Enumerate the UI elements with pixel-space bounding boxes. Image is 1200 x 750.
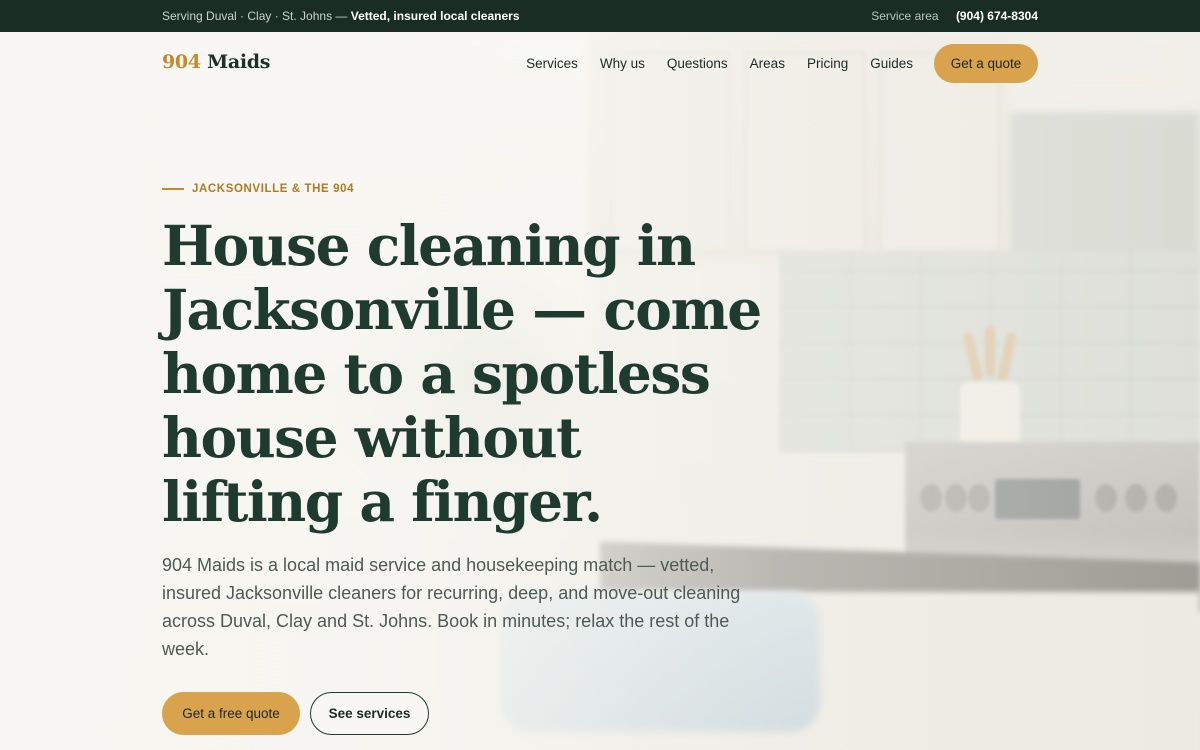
logo-word: Maids [207,51,271,73]
main-nav: Services Why us Questions Areas Pricing … [526,43,1038,83]
vetted-cleaners-text: Vetted, insured local cleaners [350,9,520,23]
get-free-quote-button[interactable]: Get a free quote [162,692,300,735]
nav-questions[interactable]: Questions [667,56,728,71]
hero-eyebrow: JACKSONVILLE & THE 904 [162,183,354,195]
site-logo[interactable]: 904 Maids [162,51,270,73]
nav-guides[interactable]: Guides [870,56,913,71]
eyebrow-text: JACKSONVILLE & THE 904 [192,183,355,195]
hero-description: 904 Maids is a local maid service and ho… [162,555,741,659]
contact-info: Service area (904) 674-8304 [871,9,1038,23]
site-header: 904 Maids Services Why us Questions Area… [0,32,1200,94]
top-utility-bar: Serving Duval · Clay · St. Johns — Vette… [0,0,1200,32]
serving-text: Serving Duval · Clay · St. Johns — [162,9,348,23]
phone-link[interactable]: (904) 674-8304 [956,9,1038,23]
nav-areas[interactable]: Areas [750,56,785,71]
get-a-quote-button[interactable]: Get a quote [934,43,1038,83]
see-services-button[interactable]: See services [310,692,429,735]
eyebrow-rule [162,188,184,190]
logo-number: 904 [162,51,201,73]
nav-why-us[interactable]: Why us [600,56,645,71]
hero-cta-row: Get a free quote See services [162,692,429,735]
service-area-label[interactable]: Service area [871,9,938,23]
hero-headline: House cleaning in Jacksonville — come ho… [162,213,762,534]
nav-pricing[interactable]: Pricing [807,56,848,71]
service-notice: Serving Duval · Clay · St. Johns — Vette… [162,9,520,23]
nav-services[interactable]: Services [526,56,578,71]
